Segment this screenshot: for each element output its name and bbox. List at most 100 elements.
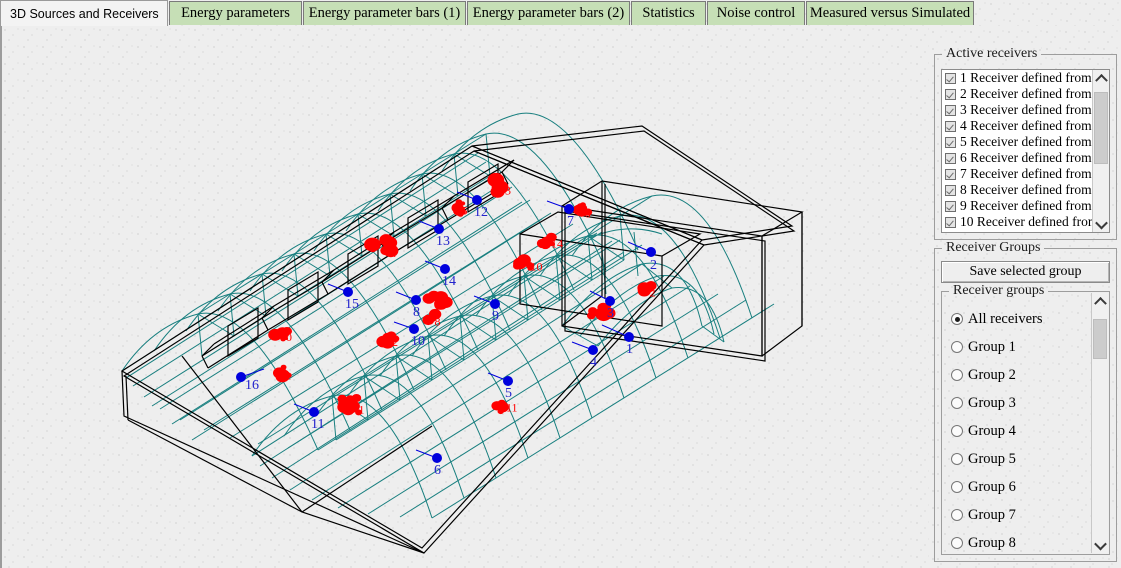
receiver-marker[interactable]: 4 <box>571 341 598 370</box>
receiver-list-item[interactable]: 10 Receiver defined from <box>942 214 1109 230</box>
tab-energy-parameters[interactable]: Energy parameters <box>169 1 302 25</box>
scrollbar-thumb[interactable] <box>1094 92 1108 164</box>
receiver-marker[interactable]: 2 <box>627 241 657 273</box>
receiver-marker[interactable]: 7 <box>546 200 574 229</box>
active-receivers-list[interactable]: 1 Receiver defined from g2 Receiver defi… <box>941 69 1110 233</box>
checkbox-icon[interactable] <box>945 168 956 180</box>
save-selected-group-button[interactable]: Save selected group <box>941 261 1110 283</box>
receiver-group-option[interactable]: Group 1 <box>943 333 1092 361</box>
source-marker[interactable]: 1 <box>273 364 292 383</box>
source-marker[interactable]: 8 <box>422 308 442 328</box>
receiver-dot-icon[interactable] <box>624 332 634 342</box>
receiver-dot-icon[interactable] <box>472 195 482 205</box>
receiver-dot-icon[interactable] <box>646 247 656 257</box>
receiver-marker[interactable]: 5 <box>487 372 513 401</box>
checkbox-icon[interactable] <box>945 200 956 212</box>
receiver-dot-icon[interactable] <box>309 407 319 417</box>
receiver-list-item[interactable]: 1 Receiver defined from g <box>942 70 1109 86</box>
radio-button-icon[interactable] <box>951 397 963 409</box>
source-marker[interactable]: 2 <box>376 331 400 349</box>
checkbox-icon[interactable] <box>945 88 956 100</box>
tab-label: Noise control <box>716 5 796 21</box>
receiver-group-option[interactable]: Group 3 <box>943 389 1092 417</box>
tab-statistics[interactable]: Statistics <box>631 1 706 25</box>
3d-model-viewport[interactable]: 4 3 3 1 0 1 2 5 10 14 9 2 6 11 8 7 1 2 3 4 5 6 7 8 9 10 11 12 13 14 1… <box>2 26 928 568</box>
scrollbar-thumb[interactable] <box>1093 319 1107 359</box>
receiver-dot-icon[interactable] <box>411 295 421 305</box>
3d-model-svg: 4331012510149261187 12345678 910111213141… <box>120 112 804 554</box>
tab-3d-sources-and-receivers[interactable]: 3D Sources and Receivers <box>0 0 168 26</box>
source-marker[interactable]: 14 <box>536 232 563 251</box>
scroll-down-arrow-icon[interactable] <box>1092 537 1108 553</box>
receiver-group-option-label: Group 1 <box>968 338 1016 355</box>
scroll-down-arrow-icon[interactable] <box>1093 216 1109 232</box>
radio-button-icon[interactable] <box>951 313 963 325</box>
receiver-marker[interactable]: 8 <box>395 291 421 320</box>
receiver-list-item[interactable]: 8 Receiver defined from g <box>942 182 1109 198</box>
radio-button-icon[interactable] <box>951 369 963 381</box>
active-receivers-scrollbar[interactable] <box>1092 70 1109 232</box>
receiver-marker-label: 6 <box>434 463 441 478</box>
checkbox-icon[interactable] <box>945 216 956 228</box>
source-marker[interactable]: 10 <box>513 254 543 273</box>
checkbox-icon[interactable] <box>945 72 956 84</box>
receiver-list-item[interactable]: 7 Receiver defined from g <box>942 166 1109 182</box>
tab-label: Energy parameter bars (2) <box>472 5 625 21</box>
receiver-marker[interactable]: 16 <box>236 368 265 393</box>
receiver-dot-icon[interactable] <box>490 299 500 309</box>
checkbox-icon[interactable] <box>945 136 956 148</box>
receiver-group-option[interactable]: Group 6 <box>943 473 1092 501</box>
source-marker[interactable]: 3 <box>422 290 453 310</box>
receiver-list-item[interactable]: 5 Receiver defined from g <box>942 134 1109 150</box>
tab-measured-versus-simulated[interactable]: Measured versus Simulated <box>806 1 974 25</box>
receiver-list-item[interactable]: 9 Receiver defined from g <box>942 198 1109 214</box>
source-marker[interactable]: 2 <box>637 281 657 299</box>
receiver-list-item[interactable]: 4 Receiver defined from g <box>942 118 1109 134</box>
radio-button-icon[interactable] <box>951 509 963 521</box>
source-marker[interactable]: 11 <box>491 399 518 415</box>
receiver-group-option[interactable]: All receivers <box>943 305 1092 333</box>
receiver-dot-icon[interactable] <box>564 204 574 214</box>
receiver-marker[interactable]: 6 <box>415 449 442 478</box>
receiver-dot-icon[interactable] <box>343 287 353 297</box>
radio-button-icon[interactable] <box>951 481 963 493</box>
source-marker[interactable]: 6 <box>572 202 593 220</box>
receiver-dot-icon[interactable] <box>440 264 450 274</box>
checkbox-icon[interactable] <box>945 152 956 164</box>
tab-energy-parameter-bars-2[interactable]: Energy parameter bars (2) <box>467 1 630 25</box>
receiver-group-option[interactable]: Group 4 <box>943 417 1092 445</box>
receiver-dot-icon[interactable] <box>588 345 598 355</box>
source-marker-label: 1 <box>286 368 292 382</box>
receiver-dot-icon[interactable] <box>434 224 444 234</box>
receiver-group-option[interactable]: Group 2 <box>943 361 1092 389</box>
checkbox-icon[interactable] <box>945 104 956 116</box>
radio-button-icon[interactable] <box>951 341 963 353</box>
receiver-dot-icon[interactable] <box>503 376 513 386</box>
tab-label: 3D Sources and Receivers <box>10 6 159 21</box>
scroll-up-arrow-icon[interactable] <box>1092 293 1108 310</box>
receiver-marker[interactable]: 11 <box>293 403 324 432</box>
radio-button-icon[interactable] <box>951 537 963 549</box>
checkbox-icon[interactable] <box>945 120 956 132</box>
scroll-up-arrow-icon[interactable] <box>1093 70 1109 87</box>
receiver-dot-icon[interactable] <box>409 324 419 334</box>
receiver-groups-radio-list[interactable]: All receivers Group 1 Group 2 Group 3 Group … <box>943 305 1092 553</box>
receiver-group-option[interactable]: Group 7 <box>943 501 1092 529</box>
receiver-list-item[interactable]: 3 Receiver defined from g <box>942 102 1109 118</box>
receiver-list-item[interactable]: 2 Receiver defined from g <box>942 86 1109 102</box>
receiver-group-option[interactable]: Group 5 <box>943 445 1092 473</box>
tab-energy-parameter-bars-1[interactable]: Energy parameter bars (1) <box>303 1 466 25</box>
receiver-group-option[interactable]: Group 8 <box>943 529 1092 553</box>
receiver-dot-icon[interactable] <box>605 296 615 306</box>
receiver-dot-icon[interactable] <box>432 453 442 463</box>
checkbox-icon[interactable] <box>945 184 956 196</box>
tab-noise-control[interactable]: Noise control <box>707 1 805 25</box>
radio-button-icon[interactable] <box>951 453 963 465</box>
receiver-group-option-label: All receivers <box>968 310 1043 327</box>
receiver-marker[interactable]: 15 <box>327 283 359 312</box>
receiver-list-item[interactable]: 6 Receiver defined from g <box>942 150 1109 166</box>
receiver-marker[interactable]: 14 <box>424 260 456 289</box>
radio-button-icon[interactable] <box>951 425 963 437</box>
source-marker[interactable]: 7 <box>337 394 356 414</box>
receiver-groups-scrollbar[interactable] <box>1091 293 1108 553</box>
